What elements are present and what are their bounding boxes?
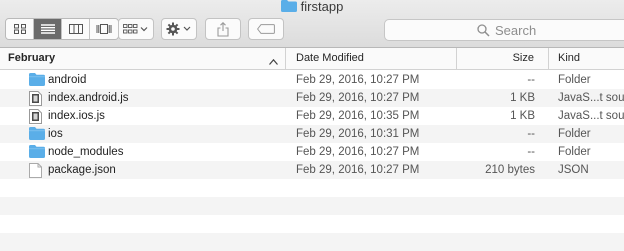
- file-name: ios: [48, 128, 63, 140]
- file-date-modified: Feb 29, 2016, 10:35 PM: [296, 110, 420, 122]
- column-header-date-modified[interactable]: Date Modified: [286, 48, 457, 69]
- folder-icon: [280, 0, 297, 15]
- file-row-ios[interactable]: ios Feb 29, 2016, 10:31 PM -- Folder: [0, 125, 624, 143]
- file-row-android[interactable]: android Feb 29, 2016, 10:27 PM -- Folder: [0, 71, 624, 89]
- list-view-button[interactable]: [34, 19, 62, 39]
- share-icon: [217, 21, 229, 37]
- search-icon: [477, 24, 490, 42]
- grid-icon: [13, 24, 26, 34]
- finder-toolbar: firstapp Search: [0, 0, 624, 48]
- file-date-modified: Feb 29, 2016, 10:27 PM: [296, 164, 420, 176]
- list-icon: [40, 24, 55, 34]
- empty-row: [0, 197, 624, 215]
- column-header-name[interactable]: February: [0, 48, 286, 69]
- cover-flow-icon: [96, 24, 112, 34]
- file-kind: Folder: [558, 146, 591, 158]
- search-field[interactable]: Search: [384, 19, 624, 41]
- tag-icon: [257, 24, 275, 34]
- cover-flow-view-button[interactable]: [90, 19, 118, 39]
- column-header-size[interactable]: Size: [457, 48, 549, 69]
- file-kind: JavaS...t source: [558, 92, 624, 104]
- empty-row: [0, 233, 624, 251]
- file-name: android: [48, 74, 87, 86]
- search-placeholder: Search: [495, 23, 537, 38]
- empty-row: [0, 179, 624, 197]
- file-kind: JSON: [558, 164, 589, 176]
- file-kind: JavaS...t source: [558, 110, 624, 122]
- file-row-index-android-js[interactable]: index.android.js Feb 29, 2016, 10:27 PM …: [0, 89, 624, 107]
- file-date-modified: Feb 29, 2016, 10:27 PM: [296, 74, 420, 86]
- file-date-modified: Feb 29, 2016, 10:31 PM: [296, 128, 420, 140]
- file-date-modified: Feb 29, 2016, 10:27 PM: [296, 146, 420, 158]
- action-button[interactable]: [161, 18, 197, 40]
- icon-view-button[interactable]: [6, 19, 34, 39]
- file-kind: Folder: [558, 74, 591, 86]
- file-row-index-ios-js[interactable]: index.ios.js Feb 29, 2016, 10:35 PM 1 KB…: [0, 107, 624, 125]
- file-size: --: [527, 146, 535, 158]
- file-list: android Feb 29, 2016, 10:27 PM -- Folder…: [0, 71, 624, 251]
- column-header-kind[interactable]: Kind: [549, 48, 624, 69]
- arrange-button[interactable]: [118, 18, 154, 40]
- file-size: --: [527, 74, 535, 86]
- file-size: 210 bytes: [485, 164, 535, 176]
- file-row-node-modules[interactable]: node_modules Feb 29, 2016, 10:27 PM -- F…: [0, 143, 624, 161]
- file-size: 1 KB: [510, 110, 535, 122]
- file-size: --: [527, 128, 535, 140]
- share-button[interactable]: [205, 18, 241, 40]
- column-view-button[interactable]: [62, 19, 90, 39]
- file-size: 1 KB: [510, 92, 535, 104]
- columns-icon: [68, 24, 83, 34]
- file-kind: Folder: [558, 128, 591, 140]
- edit-tags-button[interactable]: [248, 18, 284, 40]
- window-title: firstapp: [0, 0, 624, 14]
- view-mode-selector: [5, 18, 119, 40]
- arrange-icon: [123, 24, 148, 34]
- file-name: package.json: [48, 164, 116, 176]
- document-icon: [29, 163, 42, 184]
- gear-icon: [166, 22, 191, 36]
- empty-row: [0, 215, 624, 233]
- sort-ascending-icon[interactable]: [269, 56, 278, 68]
- file-name: node_modules: [48, 146, 124, 158]
- file-date-modified: Feb 29, 2016, 10:27 PM: [296, 92, 420, 104]
- file-name: index.android.js: [48, 92, 129, 104]
- file-name: index.ios.js: [48, 110, 105, 122]
- file-row-package-json[interactable]: package.json Feb 29, 2016, 10:27 PM 210 …: [0, 161, 624, 179]
- column-header-row: February Date Modified Size Kind: [0, 48, 624, 70]
- window-title-text: firstapp: [300, 0, 344, 14]
